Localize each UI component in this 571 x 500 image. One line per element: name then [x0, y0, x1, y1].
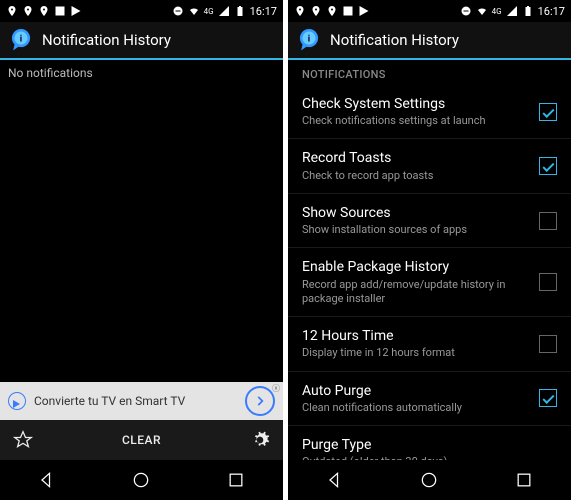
- settings-list[interactable]: NOTIFICATIONS Check System SettingsCheck…: [288, 60, 571, 460]
- nav-home-icon[interactable]: [419, 470, 439, 490]
- setting-title: Purge Type: [302, 436, 557, 454]
- checkbox[interactable]: [539, 212, 557, 230]
- image-icon: [342, 5, 354, 17]
- setting-item[interactable]: Record Toasts Check to record app toasts: [288, 139, 571, 193]
- status-left: [6, 5, 82, 17]
- setting-subtitle: Record app add/remove/update history in …: [302, 278, 539, 307]
- battery-icon: [234, 5, 246, 17]
- nav-back-icon[interactable]: [37, 470, 57, 490]
- status-right: 4G 16:17: [172, 5, 277, 18]
- wifi-icon: [188, 5, 200, 17]
- dnd-icon: [460, 5, 472, 17]
- content-empty: No notifications ⓧ Convierte tu TV en Sm…: [0, 60, 283, 460]
- clear-button[interactable]: CLEAR: [46, 433, 237, 447]
- setting-text: Record Toasts Check to record app toasts: [302, 149, 539, 182]
- setting-title: Enable Package History: [302, 258, 539, 276]
- setting-item[interactable]: Purge TypeOutdated (older than 30 days): [288, 426, 571, 460]
- app-bar: i Notification History: [288, 22, 571, 60]
- nav-bar: [288, 460, 571, 500]
- screen-settings: 4G 16:17 i Notification History NOTIFICA…: [288, 0, 571, 500]
- app-title: Notification History: [330, 31, 459, 49]
- setting-text: Check System SettingsCheck notifications…: [302, 95, 539, 128]
- setting-subtitle: Show installation sources of apps: [302, 223, 539, 237]
- setting-item[interactable]: Show SourcesShow installation sources of…: [288, 194, 571, 248]
- nav-back-icon[interactable]: [325, 470, 345, 490]
- image-icon: [54, 5, 66, 17]
- ad-text: Convierte tu TV en Smart TV: [34, 394, 237, 408]
- bottom-toolbar: CLEAR: [0, 420, 283, 460]
- app-logo-icon: i: [8, 27, 34, 53]
- checkbox[interactable]: [539, 335, 557, 353]
- signal-icon: [506, 5, 518, 17]
- settings-button[interactable]: [237, 420, 283, 460]
- favorite-button[interactable]: [0, 420, 46, 460]
- setting-item[interactable]: Check System SettingsCheck notifications…: [288, 85, 571, 139]
- app-bar: i Notification History: [0, 22, 283, 60]
- location-icon: [6, 5, 18, 17]
- location-icon: [326, 5, 338, 17]
- location-icon: [38, 5, 50, 17]
- setting-subtitle: Clean notifications automatically: [302, 401, 539, 415]
- status-bar: 4G 16:17: [0, 0, 283, 22]
- setting-text: Enable Package History Record app add/rem…: [302, 258, 539, 306]
- battery-icon: [522, 5, 534, 17]
- wifi-icon: [476, 5, 488, 17]
- play-icon: [358, 5, 370, 17]
- status-left: [294, 5, 370, 17]
- setting-item[interactable]: Enable Package History Record app add/rem…: [288, 248, 571, 317]
- svg-text:i: i: [20, 34, 22, 44]
- nav-recent-icon[interactable]: [514, 470, 534, 490]
- app-logo-icon: i: [296, 27, 322, 53]
- setting-title: Check System Settings: [302, 95, 539, 113]
- setting-item[interactable]: Auto PurgeClean notifications automatica…: [288, 372, 571, 426]
- setting-item[interactable]: 12 Hours TimeDisplay time in 12 hours fo…: [288, 317, 571, 371]
- play-icon: [70, 5, 82, 17]
- setting-title: 12 Hours Time: [302, 327, 539, 345]
- setting-subtitle: Check to record app toasts: [302, 169, 539, 183]
- ad-banner[interactable]: ⓧ Convierte tu TV en Smart TV: [0, 382, 283, 420]
- setting-title: Show Sources: [302, 204, 539, 222]
- section-header-notifications: NOTIFICATIONS: [288, 60, 571, 85]
- setting-subtitle: Display time in 12 hours format: [302, 346, 539, 360]
- status-bar: 4G 16:17: [288, 0, 571, 22]
- network-label: 4G: [492, 7, 502, 16]
- ad-arrow-icon[interactable]: [245, 386, 275, 416]
- setting-text: Auto PurgeClean notifications automatica…: [302, 382, 539, 415]
- ad-close-icon[interactable]: ⓧ: [272, 383, 280, 394]
- checkbox[interactable]: [539, 273, 557, 291]
- clock: 16:17: [250, 5, 277, 18]
- setting-title: Record Toasts: [302, 149, 539, 167]
- svg-text:i: i: [308, 34, 310, 44]
- screen-main: 4G 16:17 i Notification History No notif…: [0, 0, 283, 500]
- setting-subtitle: Check notifications settings at launch: [302, 114, 539, 128]
- status-right: 4G 16:17: [460, 5, 565, 18]
- setting-text: 12 Hours TimeDisplay time in 12 hours fo…: [302, 327, 539, 360]
- nav-home-icon[interactable]: [131, 470, 151, 490]
- checkbox[interactable]: [539, 157, 557, 175]
- setting-title: Auto Purge: [302, 382, 539, 400]
- app-title: Notification History: [42, 31, 171, 49]
- signal-icon: [218, 5, 230, 17]
- setting-text: Show SourcesShow installation sources of…: [302, 204, 539, 237]
- nav-bar: [0, 460, 283, 500]
- setting-text: Purge TypeOutdated (older than 30 days): [302, 436, 557, 460]
- location-icon: [22, 5, 34, 17]
- checkbox[interactable]: [539, 103, 557, 121]
- network-label: 4G: [204, 7, 214, 16]
- ad-play-icon: [8, 392, 26, 410]
- nav-recent-icon[interactable]: [226, 470, 246, 490]
- empty-notifications-text: No notifications: [0, 60, 283, 86]
- location-icon: [294, 5, 306, 17]
- dnd-icon: [172, 5, 184, 17]
- clock: 16:17: [538, 5, 565, 18]
- location-icon: [310, 5, 322, 17]
- checkbox[interactable]: [539, 389, 557, 407]
